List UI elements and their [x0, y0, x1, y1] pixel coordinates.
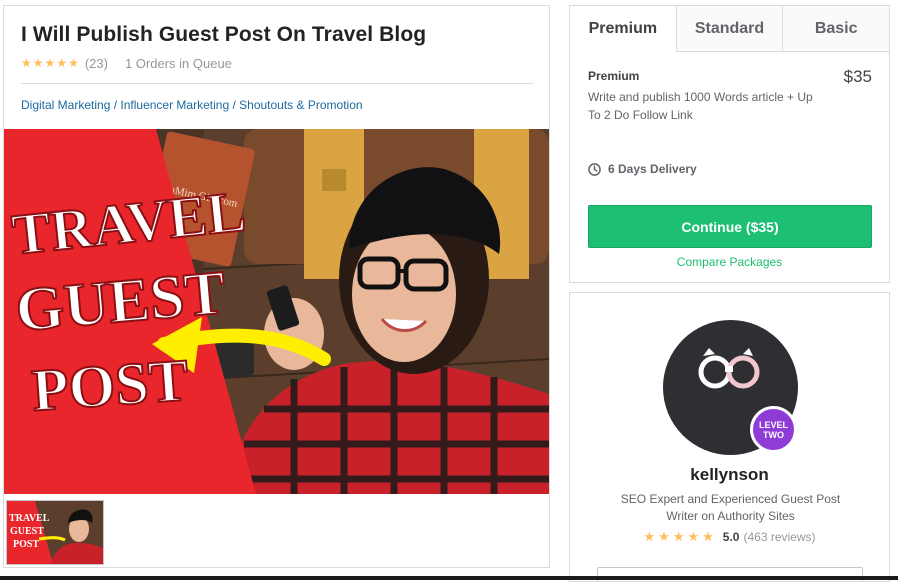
- seller-card: LEVEL TWO kellynson SEO Expert and Exper…: [569, 292, 890, 582]
- level-badge-line1: LEVEL: [758, 419, 788, 430]
- star-icon: ★: [56, 56, 68, 70]
- seller-score: 5.0: [722, 530, 740, 544]
- divider: [21, 83, 533, 84]
- seller-bio: SEO Expert and Experienced Guest Post Wr…: [620, 492, 841, 523]
- seller-name[interactable]: kellynson: [570, 465, 889, 485]
- seller-reviews[interactable]: (463 reviews): [743, 530, 815, 544]
- delivery-time: 6 Days Delivery: [588, 162, 697, 176]
- tab-standard[interactable]: Standard: [675, 6, 783, 52]
- level-badge-line2: TWO: [763, 429, 784, 440]
- window-bottom-edge: [0, 576, 898, 580]
- star-icon: ★: [21, 56, 32, 70]
- delivery-time-label: 6 Days Delivery: [608, 162, 697, 176]
- package-tabs: Premium Standard Basic: [570, 6, 890, 52]
- thumb-text-line2: GUEST: [10, 526, 44, 537]
- continue-button[interactable]: Continue ($35): [588, 205, 872, 248]
- tab-premium[interactable]: Premium: [570, 6, 676, 52]
- compare-packages-link[interactable]: Compare Packages: [570, 255, 889, 269]
- breadcrumb-shoutouts-promotion[interactable]: Shoutouts & Promotion: [239, 98, 362, 112]
- thumb-text-line3: POST: [13, 539, 39, 550]
- package-name: Premium: [588, 69, 640, 83]
- breadcrumb-influencer-marketing[interactable]: Influencer Marketing: [120, 98, 229, 112]
- thumb-text-line1: TRAVEL: [9, 513, 50, 524]
- package-price: $35: [843, 67, 872, 86]
- star-icon: ★: [687, 529, 700, 544]
- package-description: Write and publish 1000 Words article + U…: [588, 90, 813, 122]
- gig-main-image[interactable]: aMim Girl.com TRAVEL GUEST POST: [4, 129, 549, 494]
- seller-rating: ★ ★ ★ ★ ★ 5.0 (463 reviews): [570, 530, 889, 544]
- tab-basic[interactable]: Basic: [782, 6, 890, 52]
- package-panel: Premium Standard Basic Premium $35 Write…: [569, 5, 890, 283]
- breadcrumb-digital-marketing[interactable]: Digital Marketing: [21, 98, 110, 112]
- gig-thumbnail[interactable]: TRAVEL GUEST POST: [6, 500, 104, 565]
- clock-icon: [588, 162, 601, 176]
- orders-in-queue: 1 Orders in Queue: [124, 55, 232, 71]
- star-icon: ★: [658, 529, 670, 544]
- gig-overview-card: I Will Publish Guest Post On Travel Blog…: [3, 5, 550, 568]
- star-icon: ★: [643, 529, 656, 544]
- gig-rating-row: ★ ★ ★ ★ ★ (23) 1 Orders in Queue: [21, 55, 232, 71]
- banner-text-line3: POST: [30, 347, 191, 424]
- star-icon: ★: [672, 529, 685, 544]
- gig-rating-stars: ★ ★ ★ ★ ★: [21, 57, 79, 69]
- star-icon: ★: [68, 56, 79, 70]
- level-badge: LEVEL TWO: [750, 406, 797, 453]
- breadcrumb: Digital Marketing / Influencer Marketing…: [21, 98, 363, 112]
- gig-title: I Will Publish Guest Post On Travel Blog: [21, 23, 427, 46]
- star-icon: ★: [32, 56, 44, 70]
- star-icon: ★: [44, 56, 56, 70]
- star-icon: ★: [702, 529, 714, 544]
- gig-rating-count[interactable]: (23): [85, 56, 108, 71]
